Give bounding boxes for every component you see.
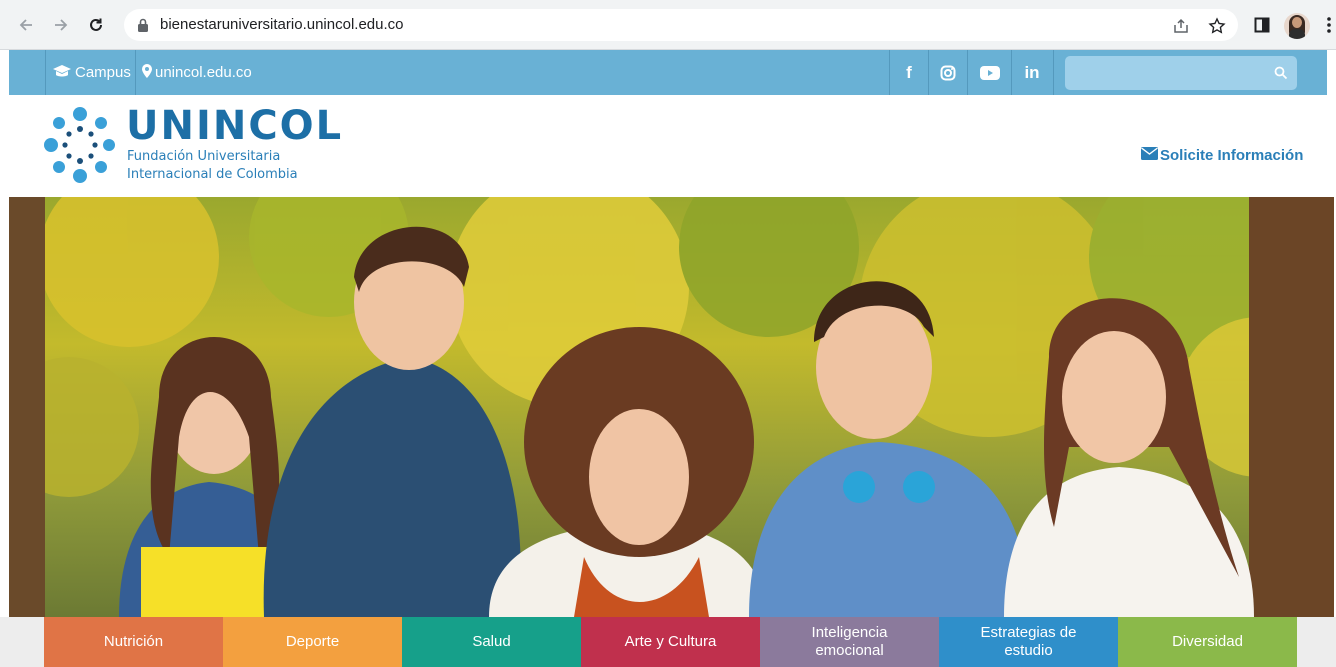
- unincol-logo-icon[interactable]: [43, 105, 117, 185]
- profile-avatar[interactable]: [1284, 13, 1310, 39]
- nav-tile-label: Salud: [472, 633, 511, 650]
- nav-tile-label: Arte y Cultura: [624, 633, 717, 650]
- search-input[interactable]: [1065, 56, 1265, 90]
- lock-icon[interactable]: [136, 17, 150, 38]
- campus-label: Campus: [75, 64, 131, 81]
- map-pin-icon: [142, 63, 155, 82]
- reload-icon[interactable]: [84, 13, 108, 37]
- address-bar[interactable]: bienestaruniversitario.unincol.edu.co: [124, 9, 1238, 41]
- instagram-icon[interactable]: [929, 50, 967, 95]
- search-box[interactable]: [1065, 56, 1297, 90]
- linkedin-label: in: [1024, 62, 1040, 82]
- nav-tile[interactable]: Salud: [402, 617, 581, 667]
- browser-toolbar: bienestaruniversitario.unincol.edu.co: [0, 0, 1336, 50]
- divider: [45, 50, 46, 95]
- site-label: unincol.edu.co: [155, 64, 252, 81]
- hero-banner-image: [9, 197, 1334, 617]
- nav-tile[interactable]: Estrategias de estudio: [939, 617, 1118, 667]
- url-text[interactable]: bienestaruniversitario.unincol.edu.co: [160, 16, 403, 33]
- info-label: Solicite Información: [1160, 147, 1304, 164]
- nav-tile-label: Nutrición: [103, 633, 164, 650]
- nav-tile-label: Estrategias de estudio: [980, 624, 1077, 659]
- graduation-cap-icon: [52, 64, 75, 82]
- linkedin-icon[interactable]: in: [1013, 50, 1051, 95]
- nav-tile-label: Inteligencia emocional: [811, 624, 888, 659]
- forward-arrow-icon[interactable]: [49, 13, 73, 37]
- divider: [1011, 50, 1012, 95]
- nav-tile-label: Deporte: [285, 633, 340, 650]
- back-arrow-icon[interactable]: [14, 13, 38, 37]
- nav-tile-label: Diversidad: [1172, 633, 1243, 650]
- divider: [1053, 50, 1054, 95]
- nav-tile[interactable]: Deporte: [223, 617, 402, 667]
- brand-subtitle-line2: Internacional de Colombia: [127, 167, 298, 182]
- facebook-icon[interactable]: f: [890, 50, 928, 95]
- site-header: UNINCOL Fundación Universitaria Internac…: [9, 95, 1327, 197]
- more-menu-icon[interactable]: [1324, 13, 1334, 37]
- youtube-icon[interactable]: [971, 50, 1009, 95]
- site-link[interactable]: unincol.edu.co: [142, 50, 252, 95]
- facebook-label: f: [906, 62, 912, 82]
- brand-title[interactable]: UNINCOL: [126, 103, 343, 149]
- nav-tile[interactable]: Arte y Cultura: [581, 617, 760, 667]
- campus-link[interactable]: Campus: [52, 50, 131, 95]
- nav-tile[interactable]: Diversidad: [1118, 617, 1297, 667]
- envelope-icon: [1141, 147, 1160, 164]
- divider: [967, 50, 968, 95]
- divider: [135, 50, 136, 95]
- solicite-informacion-link[interactable]: Solicite Información: [1141, 147, 1303, 164]
- nav-tile[interactable]: Inteligencia emocional: [760, 617, 939, 667]
- search-icon[interactable]: [1274, 66, 1288, 85]
- nav-tile[interactable]: Nutrición: [44, 617, 223, 667]
- share-icon[interactable]: [1172, 17, 1190, 35]
- top-bar: Campus unincol.edu.co f in: [9, 50, 1327, 95]
- brand-subtitle-line1: Fundación Universitaria: [127, 149, 281, 164]
- side-panel-icon[interactable]: [1252, 13, 1272, 37]
- star-icon[interactable]: [1208, 17, 1226, 35]
